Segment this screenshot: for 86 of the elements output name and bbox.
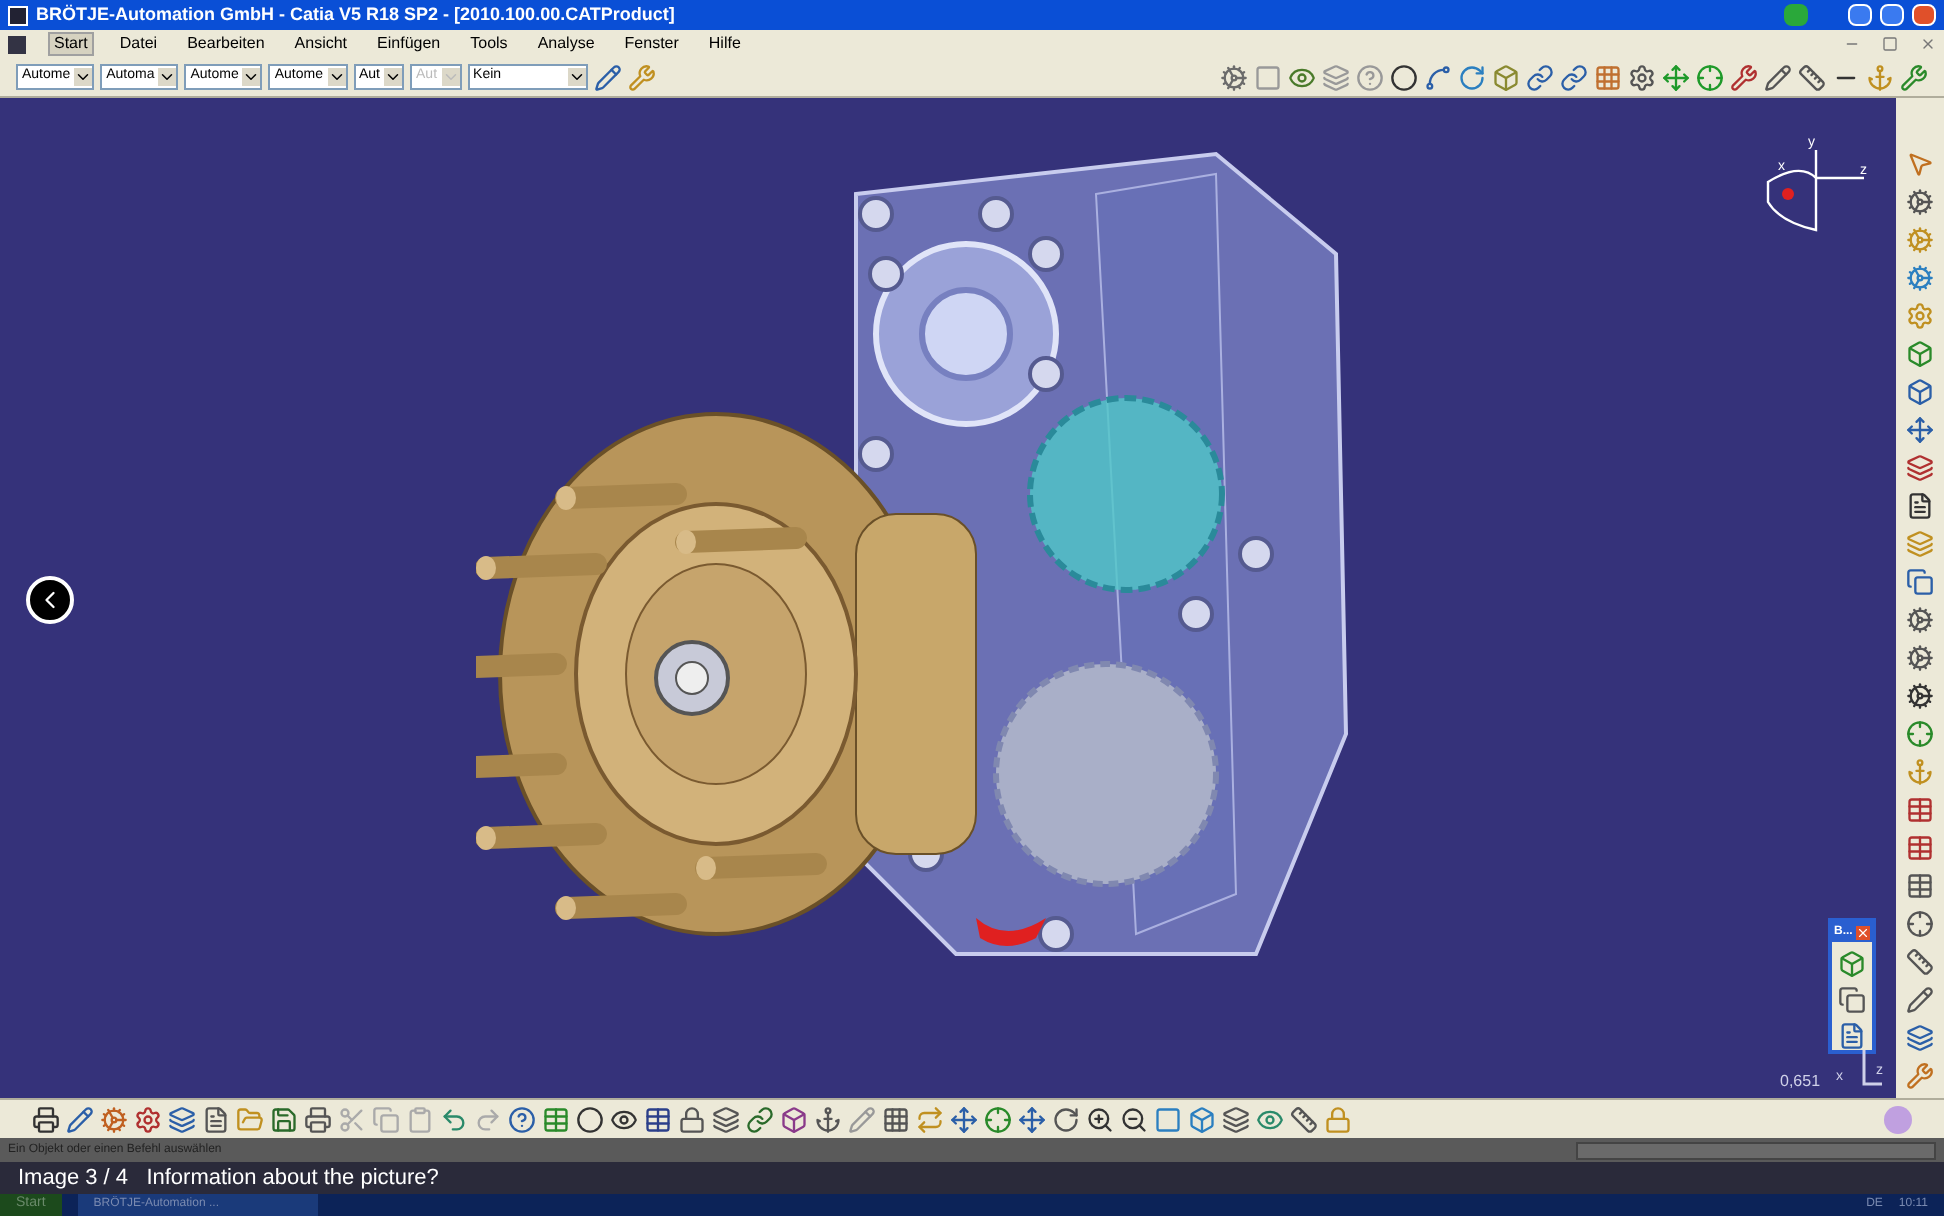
pencil-icon[interactable] (1764, 63, 1792, 91)
caret-icon (567, 68, 586, 86)
copy-icon[interactable] (1838, 986, 1866, 1014)
printer-icon[interactable] (32, 1105, 60, 1133)
measure-icon[interactable] (1290, 1105, 1318, 1133)
save-icon[interactable] (270, 1105, 298, 1133)
gears-icon[interactable] (1906, 682, 1934, 710)
status-icon (1784, 4, 1808, 26)
restore-icon[interactable] (1882, 36, 1898, 52)
wrench-icon[interactable] (1906, 1062, 1934, 1090)
move-icon[interactable] (1018, 1105, 1046, 1133)
eye-icon[interactable] (1256, 1105, 1284, 1133)
link-icon[interactable] (1526, 63, 1554, 91)
layers-icon[interactable] (1906, 454, 1934, 482)
copy-icon[interactable] (1906, 568, 1934, 596)
gallery-caption: Image 3 / 4 Information about the picture? (18, 1163, 439, 1194)
wrench-icon[interactable] (1730, 63, 1758, 91)
gears-icon[interactable] (1906, 644, 1934, 672)
move-icon[interactable] (1906, 416, 1934, 444)
eye-icon[interactable] (1288, 63, 1316, 91)
previous-button[interactable] (26, 576, 74, 624)
menu-item[interactable]: Einfügen (373, 34, 445, 54)
help-icon[interactable] (508, 1105, 536, 1133)
move-icon[interactable] (1662, 63, 1690, 91)
ruler-icon[interactable] (1798, 63, 1826, 91)
gear-icon[interactable] (134, 1105, 162, 1133)
printer-icon[interactable] (304, 1105, 332, 1133)
document-icon[interactable] (1906, 492, 1934, 520)
link-icon[interactable] (1560, 63, 1588, 91)
curve-icon[interactable] (1424, 63, 1452, 91)
layers-icon[interactable] (712, 1105, 740, 1133)
anchor-icon[interactable] (814, 1105, 842, 1133)
caret-icon (441, 68, 460, 86)
menu-item[interactable]: Fenster (620, 34, 683, 54)
minimize-button[interactable] (1848, 4, 1872, 26)
caret-icon (327, 68, 345, 86)
menu-item[interactable]: Ansicht (290, 34, 352, 54)
caret-icon (158, 68, 177, 86)
clipboard-icon[interactable] (406, 1105, 434, 1133)
caret-icon (74, 68, 93, 86)
cube-icon[interactable] (1188, 1105, 1216, 1133)
caret-icon (242, 68, 261, 86)
command-field[interactable] (1576, 1141, 1936, 1159)
gears-icon[interactable] (1906, 188, 1934, 216)
close-button[interactable] (1912, 4, 1936, 26)
undo-icon[interactable] (440, 1105, 468, 1133)
scale-value: 0,651 (1780, 1070, 1821, 1094)
crosshair-icon[interactable] (1696, 63, 1724, 91)
grid-icon[interactable] (1594, 63, 1622, 91)
gears-icon[interactable] (1906, 606, 1934, 634)
menu-item[interactable]: Start (48, 32, 94, 56)
component-icon[interactable] (1906, 378, 1934, 406)
menu-item[interactable]: Datei (115, 34, 162, 54)
zoom-out-icon[interactable] (1120, 1105, 1148, 1133)
app-icon (8, 5, 28, 25)
cube-icon[interactable] (1838, 950, 1866, 978)
menu-item[interactable]: Bearbeiten (183, 34, 269, 54)
menu-item[interactable]: Hilfe (704, 34, 745, 54)
caret-icon (384, 68, 403, 86)
crosshair-icon[interactable] (1906, 720, 1934, 748)
layers-icon[interactable] (1906, 1024, 1934, 1052)
link-icon[interactable] (746, 1105, 774, 1133)
window-title: BRÖTJE-Automation GmbH - Catia V5 R18 SP2 - [2010.100.00.CATProduct] (36, 1, 675, 28)
component-icon[interactable] (1906, 340, 1934, 368)
gear-icon[interactable] (1628, 63, 1656, 91)
pan-icon[interactable] (950, 1105, 978, 1133)
menu-item[interactable]: Tools (466, 34, 512, 54)
wrench-icon[interactable] (1900, 63, 1928, 91)
pointer-icon[interactable] (1906, 150, 1934, 178)
menu-item[interactable]: Analyse (533, 34, 599, 54)
close-icon[interactable] (1920, 36, 1936, 52)
solid-icon[interactable] (1492, 63, 1520, 91)
table-icon[interactable] (542, 1105, 570, 1133)
ruler-icon[interactable] (1906, 948, 1934, 976)
zoom-in-icon[interactable] (1086, 1105, 1114, 1133)
document-icon[interactable] (1838, 1022, 1866, 1050)
table-icon[interactable] (644, 1105, 672, 1133)
maximize-button[interactable] (1880, 4, 1904, 26)
layers-icon[interactable] (168, 1105, 196, 1133)
cube-icon[interactable] (780, 1105, 808, 1133)
document-icon (8, 35, 26, 53)
grid-icon[interactable] (882, 1105, 910, 1133)
new-file-icon[interactable] (202, 1105, 230, 1133)
lock-icon[interactable] (678, 1105, 706, 1133)
brush-icon[interactable] (593, 63, 622, 91)
rotate-icon[interactable] (1052, 1105, 1080, 1133)
